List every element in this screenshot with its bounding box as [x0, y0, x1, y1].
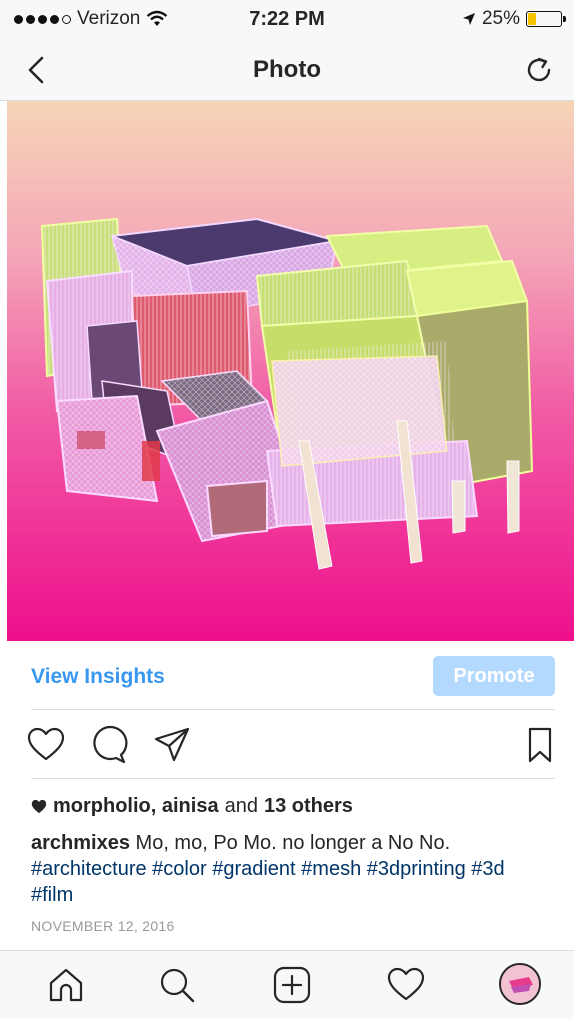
battery-icon — [526, 11, 566, 27]
mesh-building-illustration — [40, 217, 534, 570]
activity-heart-icon[interactable] — [386, 965, 426, 1005]
battery-percent: 25% — [481, 8, 520, 29]
likes-others-count[interactable]: 13 others — [264, 795, 353, 818]
caption-text: Mo, mo, Po Mo. no longer a No No. — [135, 832, 451, 854]
new-post-icon[interactable] — [272, 965, 312, 1005]
profile-avatar[interactable] — [499, 963, 541, 1005]
bookmark-icon[interactable] — [520, 725, 560, 765]
bottom-tab-bar — [0, 950, 574, 1019]
location-arrow-icon — [462, 13, 475, 25]
share-icon[interactable] — [152, 725, 192, 765]
search-icon[interactable] — [157, 965, 197, 1005]
comment-icon[interactable] — [89, 725, 129, 765]
profile-picture-image — [501, 965, 539, 1003]
divider — [31, 709, 555, 710]
liker-names[interactable]: morpholio, ainisa — [53, 795, 219, 818]
caption-username[interactable]: archmixes — [31, 832, 130, 854]
refresh-icon[interactable] — [524, 54, 556, 86]
heart-filled-icon — [31, 799, 47, 814]
post-photo[interactable] — [7, 101, 574, 641]
likes-summary[interactable]: morpholio, ainisa and 13 others — [31, 795, 353, 818]
post-caption: archmixes Mo, mo, Po Mo. no longer a No … — [31, 830, 551, 908]
battery-fill — [528, 13, 536, 25]
divider — [31, 778, 555, 779]
page-title: Photo — [253, 56, 321, 83]
caption-hashtags[interactable]: #architecture #color #gradient #mesh #3d… — [31, 858, 505, 906]
status-right: 25% — [462, 8, 566, 30]
promote-button[interactable]: Promote — [433, 656, 555, 696]
home-icon[interactable] — [46, 965, 86, 1005]
status-bar: Verizon 7:22 PM 25% — [0, 0, 574, 40]
likes-and: and — [224, 795, 258, 817]
view-insights-link[interactable]: View Insights — [31, 665, 165, 689]
post-date: NOVEMBER 12, 2016 — [31, 918, 175, 934]
navigation-header: Photo — [0, 40, 574, 101]
heart-icon[interactable] — [26, 725, 66, 765]
